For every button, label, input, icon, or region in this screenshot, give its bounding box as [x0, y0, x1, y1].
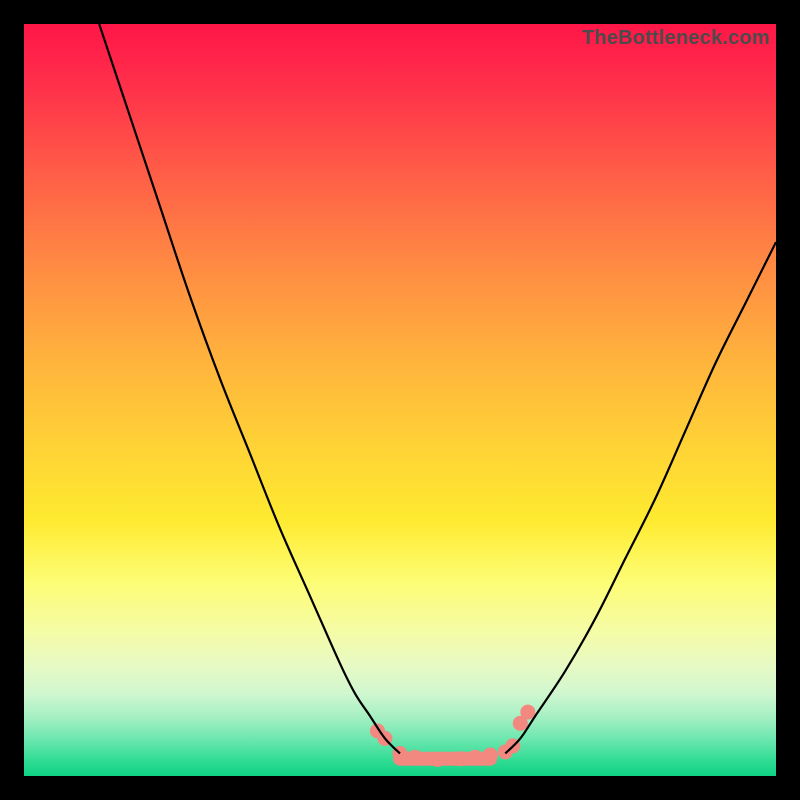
valley-dot-7: [483, 747, 498, 762]
valley-dot-3: [408, 750, 423, 765]
valley-dot-5: [453, 751, 468, 766]
valley-dot-6: [468, 750, 483, 765]
chart-frame: TheBottleneck.com: [24, 24, 776, 776]
curve-left: [99, 24, 400, 753]
chart-svg: [24, 24, 776, 776]
valley-markers: [370, 705, 535, 767]
valley-dot-4: [430, 752, 445, 767]
watermark-text: TheBottleneck.com: [582, 27, 770, 50]
curve-right: [505, 242, 776, 753]
